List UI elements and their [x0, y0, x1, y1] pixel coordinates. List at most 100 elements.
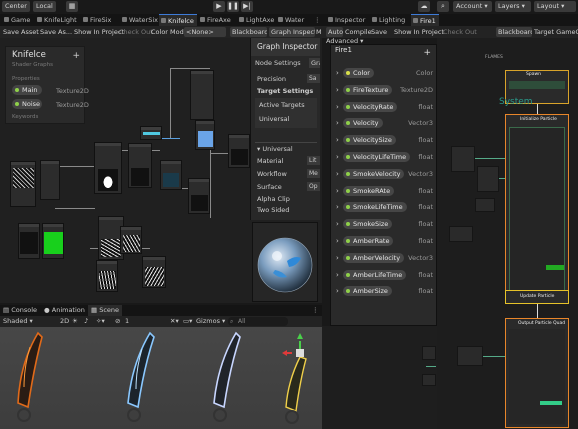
tab-inspector[interactable]: Inspector — [326, 14, 368, 26]
tab-overflow-menu[interactable]: ⋮ — [312, 14, 322, 26]
blackboard-toggle[interactable]: Blackboard — [496, 27, 532, 37]
target-universal-item[interactable]: Universal — [259, 115, 289, 123]
vector-node[interactable] — [140, 126, 162, 140]
add-property-button[interactable]: + — [423, 48, 431, 58]
add-property-button[interactable]: + — [72, 51, 80, 61]
expand-chevron-icon[interactable]: › — [336, 84, 339, 96]
audio-toggle-icon[interactable]: ♪ — [84, 316, 88, 327]
vfx-property-pill[interactable]: VelocityLifeTime — [343, 152, 411, 162]
tools-icon[interactable]: ✕▾ — [170, 316, 179, 327]
effects-toggle-icon[interactable]: ✧▾ — [96, 316, 105, 327]
vfx-property-row[interactable]: › SmokeRAte float — [331, 185, 436, 197]
tab-fire1[interactable]: Fire1 — [411, 14, 439, 26]
check-out-button[interactable]: Check Out — [443, 26, 477, 38]
precision-dropdown[interactable]: Sa — [307, 74, 320, 83]
tab-animation[interactable]: ● Animation — [44, 305, 85, 316]
auto-compile-toggle[interactable]: Auto — [326, 27, 343, 37]
search-icon[interactable]: ⌕ — [437, 1, 449, 12]
vfx-property-row[interactable]: › AmberVelocity Vector3 — [331, 252, 436, 264]
tab-graph-settings[interactable]: Grap — [309, 58, 320, 68]
collab-icon[interactable]: ☁ — [418, 1, 430, 12]
expand-chevron-icon[interactable]: › — [336, 67, 339, 79]
tab-knifelight[interactable]: KnifeLight — [35, 14, 80, 26]
save-button[interactable]: Save — [371, 26, 387, 38]
operator-node[interactable] — [422, 374, 436, 386]
tab-scene[interactable]: ▦ Scene — [88, 305, 123, 316]
blackboard-toggle[interactable]: Blackboard — [230, 27, 267, 37]
fresnel-node[interactable] — [190, 70, 214, 120]
save-as-button[interactable]: Save As... — [40, 26, 72, 38]
main-preview-window[interactable] — [252, 222, 318, 302]
texture-sample-node[interactable] — [10, 161, 36, 207]
texture-sample-node[interactable] — [96, 260, 118, 292]
expand-chevron-icon[interactable]: › — [336, 151, 339, 163]
vfx-property-row[interactable]: › VelocityLifeTime float — [331, 151, 436, 163]
layout-dropdown[interactable]: Layout ▾ — [534, 1, 576, 12]
graph-inspector-toggle[interactable]: Graph Inspector — [269, 27, 315, 37]
vfx-property-pill[interactable]: AmberSize — [343, 286, 392, 297]
tab-watersix[interactable]: WaterSix — [120, 14, 158, 26]
vfx-property-row[interactable]: › AmberLifeTime float — [331, 269, 436, 281]
vfx-property-pill[interactable]: Color — [343, 68, 374, 78]
property-main[interactable]: Main — [12, 85, 42, 95]
tiling-node[interactable] — [120, 226, 142, 254]
scene-search-input[interactable]: ⌕ All — [228, 317, 288, 326]
step-icon[interactable]: ▶| — [241, 1, 253, 12]
expand-chevron-icon[interactable]: › — [336, 134, 339, 146]
tab-fireaxe[interactable]: FireAxe — [198, 14, 236, 26]
workflow-dropdown[interactable]: Me — [307, 169, 320, 178]
vfx-property-row[interactable]: › VelocityRate float — [331, 101, 436, 113]
vfx-property-row[interactable]: › AmberRate float — [331, 235, 436, 247]
lighting-toggle-icon[interactable]: ☀ — [72, 316, 78, 327]
target-gameobject-button[interactable]: Target GameObje — [534, 26, 578, 38]
vfx-property-pill[interactable]: Velocity — [343, 118, 383, 129]
check-out-button[interactable]: Check Out — [119, 26, 153, 38]
universal-foldout[interactable]: ▾ Universal — [257, 145, 293, 153]
vfx-property-pill[interactable]: VelocitySize — [343, 135, 396, 146]
vfx-graph-lower-canvas[interactable] — [322, 326, 437, 429]
texture-sample-node[interactable] — [195, 120, 215, 150]
expand-chevron-icon[interactable]: › — [336, 185, 339, 197]
expand-chevron-icon[interactable]: › — [336, 269, 339, 281]
vfx-property-row[interactable]: › SmokeSize float — [331, 218, 436, 230]
vfx-graph-canvas[interactable]: FLAMES Spawn System Initialize Particle … — [437, 38, 578, 429]
texture-sample-node[interactable] — [18, 223, 40, 259]
vfx-property-pill[interactable]: SmokeLifeTime — [343, 202, 407, 213]
expand-chevron-icon[interactable]: › — [336, 285, 339, 297]
tab-knifeice[interactable]: Knifelce — [159, 14, 197, 26]
lerp-node[interactable] — [128, 143, 152, 188]
operator-node[interactable] — [457, 346, 483, 366]
gizmos-dropdown[interactable]: Gizmos ▾ — [196, 316, 225, 327]
split-node[interactable] — [228, 134, 250, 168]
tab-node-settings[interactable]: Node Settings — [255, 58, 301, 68]
vfx-property-row[interactable]: › SmokeVelocity Vector3 — [331, 168, 436, 180]
vfx-property-pill[interactable]: FireTexture — [343, 84, 393, 95]
vfx-property-pill[interactable]: SmokeVelocity — [343, 168, 405, 179]
main-preview-toggle[interactable]: M — [316, 26, 322, 38]
pause-icon[interactable]: ❚❚ — [227, 1, 239, 12]
expand-chevron-icon[interactable]: › — [336, 252, 339, 264]
material-dropdown[interactable]: Lit — [307, 156, 320, 165]
layers-dropdown[interactable]: Layers ▾ — [495, 1, 531, 12]
vfx-property-row[interactable]: › Color Color — [331, 67, 436, 79]
advanced-dropdown[interactable]: Advanced ▾ — [326, 38, 363, 45]
vfx-property-row[interactable]: › FireTexture Texture2D — [331, 84, 436, 96]
expand-chevron-icon[interactable]: › — [336, 101, 339, 113]
tab-console[interactable]: ▤ Console — [3, 305, 37, 316]
tab-firesix[interactable]: FireSix — [81, 14, 119, 26]
operator-node[interactable] — [475, 198, 495, 212]
vfx-property-pill[interactable]: AmberRate — [343, 236, 394, 246]
add-node[interactable] — [188, 178, 210, 214]
operator-node[interactable] — [451, 146, 475, 172]
tab-lightaxe[interactable]: LightAxe — [237, 14, 275, 26]
shading-mode-dropdown[interactable]: Shaded ▾ — [3, 316, 33, 327]
play-icon[interactable]: ▶ — [213, 1, 225, 12]
expand-chevron-icon[interactable]: › — [336, 218, 339, 230]
vfx-property-row[interactable]: › Velocity Vector3 — [331, 117, 436, 129]
vfx-property-row[interactable]: › SmokeLifeTime float — [331, 201, 436, 213]
pivot-local-button[interactable]: Local — [33, 1, 56, 12]
uv-node[interactable] — [160, 160, 182, 190]
output-context[interactable]: Output Particle Quad — [505, 318, 569, 428]
vfx-property-pill[interactable]: SmokeSize — [343, 219, 393, 230]
expand-chevron-icon[interactable]: › — [336, 117, 339, 129]
